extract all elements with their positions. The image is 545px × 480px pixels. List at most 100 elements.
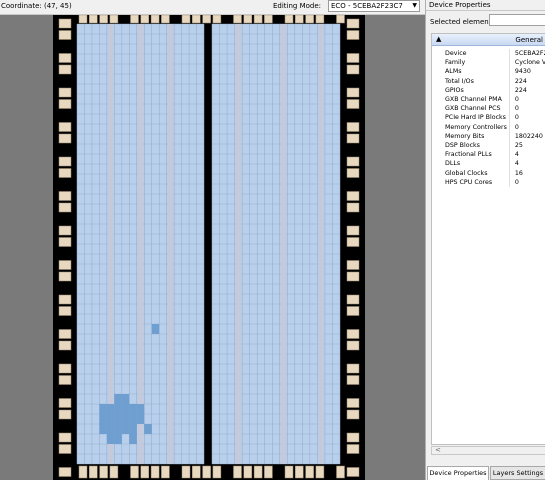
- property-row[interactable]: DLLs 4: [432, 159, 545, 169]
- tab-device-properties[interactable]: Device Properties: [427, 466, 489, 480]
- io-bank-right[interactable]: [346, 122, 360, 132]
- io-bank-right[interactable]: [346, 444, 360, 454]
- used-lab-cell[interactable]: [144, 424, 152, 434]
- property-row[interactable]: Memory Bits 1802240: [432, 131, 545, 141]
- io-bank-left[interactable]: [58, 294, 72, 305]
- io-bank-top[interactable]: [336, 15, 345, 24]
- used-lab-cell[interactable]: [106, 434, 115, 444]
- io-bank-bottom[interactable]: [295, 465, 304, 479]
- io-bank-right[interactable]: [346, 30, 360, 40]
- memory-column[interactable]: [280, 24, 287, 464]
- horizontal-scrollbar[interactable]: <: [431, 446, 545, 455]
- io-bank-left[interactable]: [58, 99, 72, 109]
- io-bank-left[interactable]: [58, 444, 72, 454]
- used-lab-cell[interactable]: [121, 414, 130, 424]
- memory-column[interactable]: [137, 24, 144, 464]
- io-bank-top[interactable]: [264, 15, 273, 24]
- io-bank-top[interactable]: [315, 15, 325, 24]
- property-row[interactable]: PCIe Hard IP Blocks 0: [432, 113, 545, 123]
- io-bank-right[interactable]: [346, 53, 360, 63]
- io-bank-bottom[interactable]: [336, 465, 345, 479]
- used-lab-cell[interactable]: [99, 404, 107, 414]
- io-bank-bottom[interactable]: [243, 465, 253, 479]
- io-bank-left[interactable]: [58, 329, 72, 339]
- io-bank-right[interactable]: [346, 306, 360, 316]
- property-row[interactable]: Total I/Os 224: [432, 76, 545, 86]
- used-lab-cell[interactable]: [99, 424, 107, 434]
- property-row[interactable]: Device 5CEBA2F23C7*: [432, 49, 545, 59]
- io-bank-top[interactable]: [150, 15, 160, 24]
- io-bank-top[interactable]: [89, 15, 98, 24]
- used-lab-cell[interactable]: [129, 414, 137, 424]
- io-bank-right[interactable]: [346, 202, 360, 213]
- floorplan-grid[interactable]: [53, 15, 365, 480]
- property-row[interactable]: GPIOs 224: [432, 85, 545, 95]
- io-bank-bottom[interactable]: [315, 465, 325, 479]
- used-lab-cell[interactable]: [114, 424, 122, 434]
- io-bank-bottom[interactable]: [99, 465, 108, 479]
- io-bank-bottom[interactable]: [78, 465, 88, 479]
- property-row[interactable]: Memory Controllers 0: [432, 122, 545, 132]
- io-bank-left[interactable]: [58, 432, 72, 443]
- io-bank-right[interactable]: [346, 237, 360, 247]
- collapse-icon[interactable]: ▲: [436, 35, 441, 43]
- used-lab-cell[interactable]: [114, 434, 122, 444]
- io-bank-left[interactable]: [58, 156, 72, 167]
- property-row[interactable]: GXB Channel PCS 0: [432, 104, 545, 114]
- io-bank-left[interactable]: [58, 237, 72, 247]
- io-bank-top[interactable]: [109, 15, 119, 24]
- property-row[interactable]: GXB Channel PMA 0: [432, 94, 545, 105]
- io-bank-right[interactable]: [346, 271, 360, 282]
- memory-column[interactable]: [167, 24, 174, 464]
- io-bank-left[interactable]: [58, 64, 72, 75]
- io-bank-bottom[interactable]: [202, 465, 211, 479]
- used-lab-cell[interactable]: [99, 414, 107, 424]
- io-bank-left[interactable]: [58, 306, 72, 316]
- used-lab-cell[interactable]: [121, 424, 130, 434]
- io-bank-right[interactable]: [346, 225, 360, 236]
- used-lab-cell[interactable]: [151, 324, 160, 334]
- io-bank-left[interactable]: [58, 122, 72, 132]
- io-bank-left[interactable]: [58, 363, 72, 374]
- io-bank-left[interactable]: [58, 340, 72, 351]
- io-bank-right[interactable]: [346, 329, 360, 339]
- device-floorplan[interactable]: [53, 15, 365, 480]
- io-bank-right[interactable]: [346, 260, 360, 270]
- io-bank-left[interactable]: [58, 375, 72, 385]
- used-lab-cell[interactable]: [121, 404, 130, 414]
- io-bank-right[interactable]: [346, 432, 360, 443]
- io-bank-bottom[interactable]: [130, 465, 139, 479]
- io-bank-right[interactable]: [346, 18, 360, 29]
- io-bank-bottom[interactable]: [161, 465, 170, 479]
- io-bank-top[interactable]: [253, 15, 263, 24]
- io-bank-bottom[interactable]: [212, 465, 222, 479]
- io-bank-right[interactable]: [346, 363, 360, 374]
- selected-elements-field[interactable]: [489, 14, 545, 26]
- io-bank-top[interactable]: [233, 15, 242, 24]
- io-bank-right[interactable]: [346, 398, 360, 408]
- io-bank-right[interactable]: [346, 168, 360, 178]
- used-lab-cell[interactable]: [114, 414, 122, 424]
- io-bank-left[interactable]: [58, 202, 72, 213]
- io-bank-bottom[interactable]: [233, 465, 242, 479]
- io-bank-top[interactable]: [212, 15, 222, 24]
- used-lab-cell[interactable]: [114, 404, 122, 414]
- io-bank-right[interactable]: [346, 156, 360, 167]
- io-bank-top[interactable]: [305, 15, 314, 24]
- io-bank-right[interactable]: [346, 409, 360, 420]
- io-bank-bottom[interactable]: [192, 465, 201, 479]
- chip-planner-canvas[interactable]: [0, 15, 425, 480]
- io-bank-right[interactable]: [346, 133, 360, 144]
- io-bank-top[interactable]: [243, 15, 253, 24]
- io-bank-bottom[interactable]: [140, 465, 150, 479]
- io-bank-right[interactable]: [346, 191, 360, 201]
- io-bank-left[interactable]: [58, 18, 72, 29]
- io-bank-top[interactable]: [99, 15, 108, 24]
- io-bank-right[interactable]: [346, 467, 360, 477]
- io-bank-left[interactable]: [58, 87, 72, 98]
- io-bank-top[interactable]: [161, 15, 170, 24]
- io-bank-bottom[interactable]: [284, 465, 294, 479]
- io-bank-right[interactable]: [346, 64, 360, 75]
- used-lab-cell[interactable]: [121, 394, 130, 404]
- scroll-left-icon[interactable]: <: [435, 446, 441, 454]
